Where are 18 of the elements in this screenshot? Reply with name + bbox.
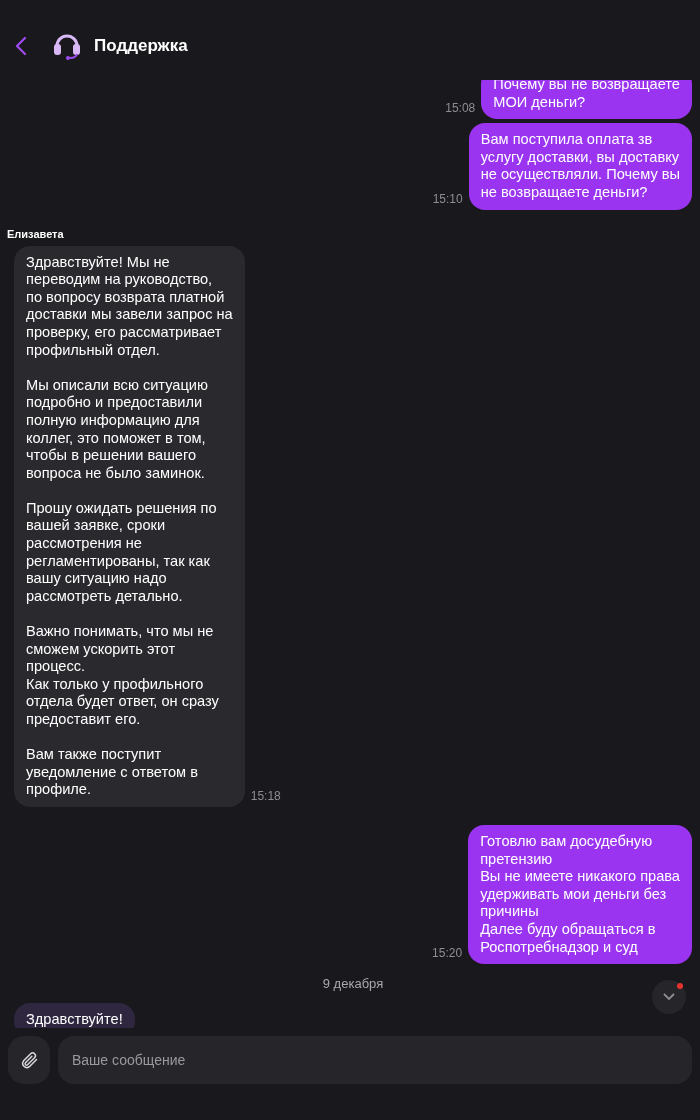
attach-button[interactable]	[8, 1036, 50, 1084]
message-input[interactable]: Ваше сообщение	[58, 1036, 692, 1084]
date-separator: 9 декабря	[322, 976, 384, 992]
message-bubble: Готовлю вам досудебную претензию Вы не имеете никакого права удерживать мои деньги без причины Далее буду обращаться в Роспотребнадзор и суд	[468, 824, 692, 965]
message-bubble: Здравствуйте! Мы не переводим на руководство, по вопросу возврата платной доставки мы завели запрос на проверку, его рассматривает профильный отдел. Мы описали всю ситуацию подробно и предоставили полную информацию для коллег, это поможет в том, чтобы в решении вашего вопроса не было заминок. Прошу ожидать решения по вашей заявке, сроки рассмотрения не регламентированы, так как вашу ситуацию надо рассмотреть детально. Важно понимать, что мы не сможем ускорить этот процесс. Как только у профильного отдела будет ответ, он сразу предоставит его. Вам также поступит уведомление с ответом в профиле.	[14, 245, 245, 807]
headset-icon	[52, 32, 82, 60]
message-time: 15:20	[432, 946, 463, 961]
message-time: 15:18	[250, 788, 281, 803]
message-time: 15:10	[432, 191, 463, 206]
chat-title: Поддержка	[94, 36, 188, 56]
back-icon[interactable]	[14, 36, 28, 56]
scroll-down-button[interactable]	[652, 980, 686, 1014]
message-bubble: Здравствуйте!	[14, 1003, 135, 1028]
sender-name: Елизавета	[7, 227, 65, 240]
message-bubble: Вам поступила оплата зв услугу доставки, вы доставку не осуществляли. Почему вы не возвращаете деньги?	[468, 123, 692, 210]
paperclip-icon	[19, 1049, 39, 1071]
chevron-down-icon	[663, 993, 675, 1001]
message-time: 15:08	[445, 101, 476, 116]
